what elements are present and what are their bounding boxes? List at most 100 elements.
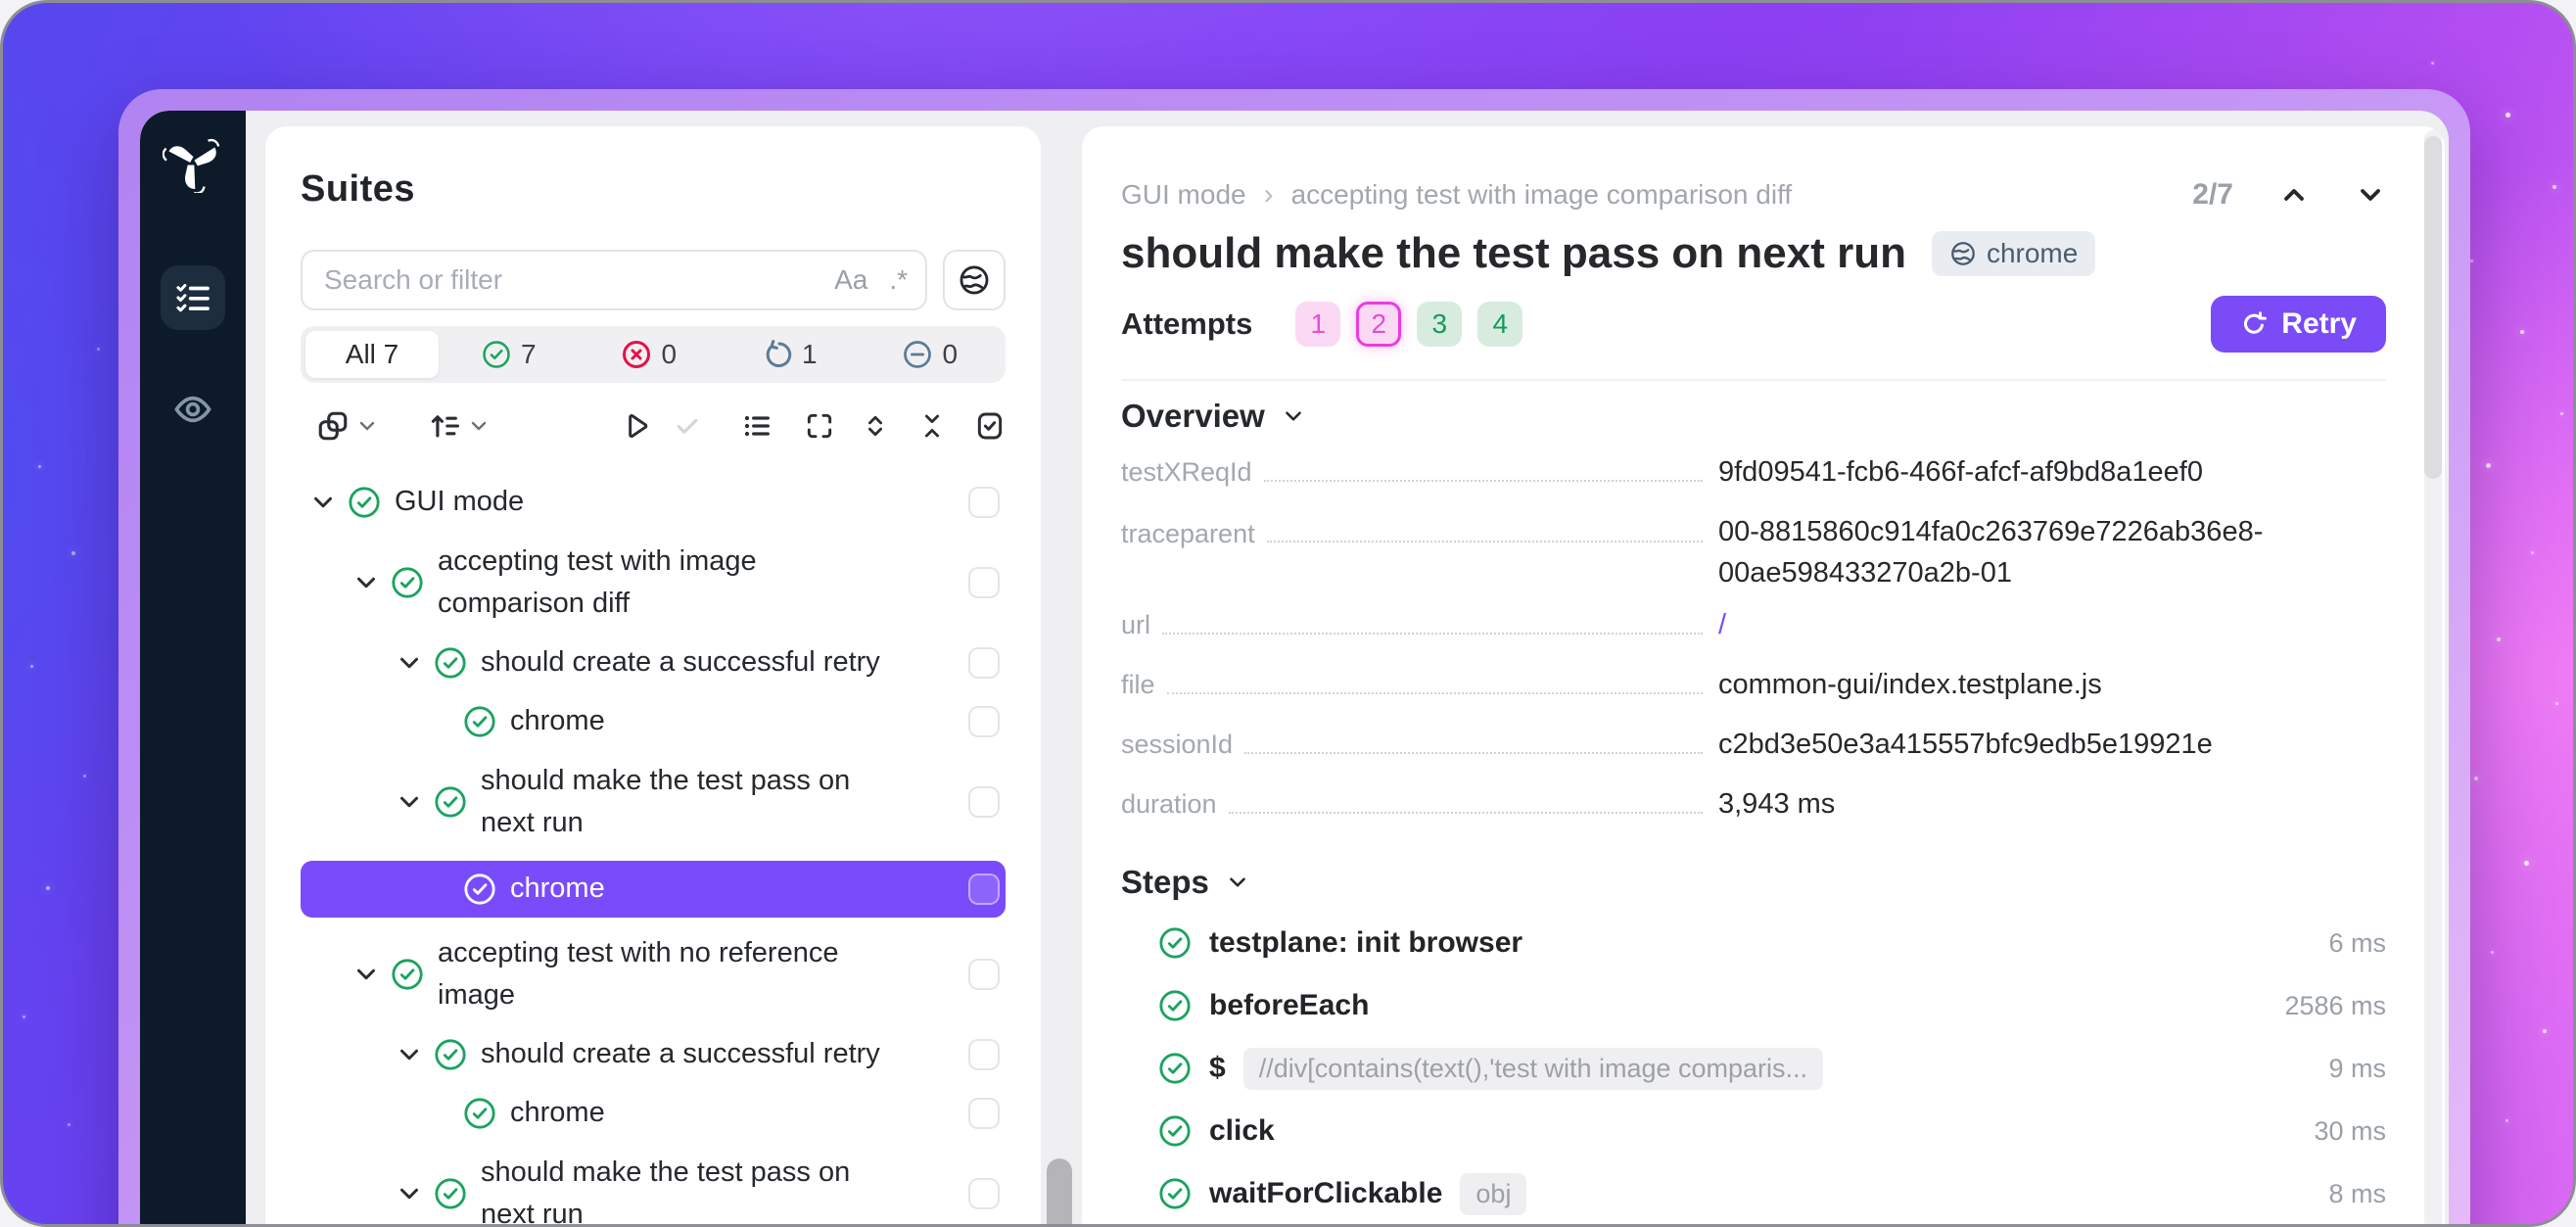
chevron-down-icon[interactable] [395,648,424,678]
chevron-down-icon[interactable] [351,568,381,597]
tree-row-checkbox[interactable] [968,1039,1000,1070]
tree-row-checkbox[interactable] [968,1178,1000,1209]
collapse-all-button[interactable] [917,411,947,441]
sparkle-star [2553,185,2556,189]
chevron-up-icon [2278,179,2310,211]
chevron-down-icon[interactable] [395,1040,424,1069]
overview-url-link[interactable]: / [1718,604,2386,645]
sort-by-button[interactable] [428,409,491,443]
attempt-pill-3[interactable]: 3 [1417,302,1462,347]
focus-view-button[interactable] [804,410,835,442]
run-tests-button[interactable] [620,410,651,442]
step-row[interactable]: beforeEach 2586 ms [1121,976,2386,1035]
tree-row-checkbox[interactable] [968,567,1000,598]
step-arg-chip: obj [1460,1173,1526,1215]
sidebar [140,111,246,1227]
tree-row-checkbox[interactable] [968,1098,1000,1129]
tree-row[interactable]: should make the test pass on next run [301,1143,1006,1227]
filter-skipped[interactable]: 0 [861,339,1002,370]
dotted-leader [1267,511,1703,543]
tree-row-label: should make the test pass on next run [481,1152,850,1227]
retry-button[interactable]: Retry [2211,296,2386,353]
step-row[interactable]: testplane: init browser 6 ms [1121,914,2386,972]
attempt-pill-1[interactable]: 1 [1295,302,1340,347]
previous-test-button[interactable] [2278,179,2310,211]
tree-row[interactable]: accepting test with image comparison dif… [301,532,1006,634]
passed-status-icon [434,785,467,819]
attempts-label: Attempts [1121,307,1252,342]
suites-scrollbar-thumb[interactable] [1047,1158,1072,1227]
chevron-down-icon[interactable] [351,960,381,989]
tree-row-checkbox[interactable] [968,873,1000,905]
testplane-logo-icon [163,132,223,193]
sidebar-item-visual-checks[interactable] [172,389,213,430]
check-circle-icon [482,340,511,369]
filter-retried[interactable]: 1 [720,339,861,370]
chevron-down-icon [467,414,491,438]
passed-count: 7 [521,339,537,370]
breadcrumb-item[interactable]: accepting test with image comparison dif… [1291,179,1793,211]
passed-status-icon [434,1038,467,1071]
step-row[interactable]: waitForClickable obj 8 ms [1121,1164,2386,1223]
regex-toggle[interactable]: .* [889,264,908,296]
tree-row-checkbox[interactable] [968,786,1000,818]
chevron-down-icon [1281,403,1306,429]
tree-row-selected[interactable]: chrome [301,861,1006,918]
filter-passed[interactable]: 7 [439,339,580,370]
tree-row[interactable]: chrome [301,692,1006,751]
step-duration: 9 ms [2328,1054,2386,1084]
tree-row-checkbox[interactable] [968,706,1000,737]
brackets-icon [804,410,835,442]
tree-row[interactable]: GUI mode [301,473,1006,532]
x-circle-icon [622,340,651,369]
sparkle-star [2555,702,2558,705]
failed-count: 0 [661,339,677,370]
tree-row-checkbox[interactable] [968,487,1000,518]
tree-row[interactable]: should create a successful retry [301,634,1006,692]
passed-status-icon [463,705,496,738]
chevron-down-icon[interactable] [395,787,424,817]
filter-all[interactable]: All 7 [305,331,439,378]
match-case-toggle[interactable]: Aa [834,264,867,296]
attempt-pill-2-selected[interactable]: 2 [1356,302,1401,347]
expand-all-button[interactable] [861,411,890,441]
tree-row[interactable]: should make the test pass on next run [301,751,1006,853]
group-by-button[interactable] [316,409,379,443]
globe-icon [958,263,991,297]
select-all-button[interactable] [974,410,1006,442]
passed-status-icon [1158,1177,1192,1210]
browser-filter-button[interactable] [943,250,1006,310]
overview-section-header[interactable]: Overview [1121,397,2386,436]
tree-row-checkbox[interactable] [968,959,1000,990]
search-input[interactable] [301,250,927,310]
chevron-down-icon[interactable] [308,488,338,517]
filter-failed[interactable]: 0 [580,339,721,370]
next-test-button[interactable] [2355,179,2386,211]
steps-section-header[interactable]: Steps [1121,863,2386,902]
breadcrumb-item[interactable]: GUI mode [1121,179,1246,211]
tree-row-label: should make the test pass on next run [481,760,850,845]
list-view-button[interactable] [741,410,773,442]
chevron-down-icon [2355,179,2386,211]
overview-row: sessionId c2bd3e50e3a415557bfc9edb5e1992… [1121,721,2386,768]
test-pager: 2/7 [2192,178,2386,212]
detail-scrollbar-thumb[interactable] [2424,136,2442,479]
tree-toolbar [301,402,1006,449]
sparkle-star [2560,412,2563,415]
tree-row[interactable]: accepting test with no reference image [301,923,1006,1025]
step-row[interactable]: $ //div[contains(text(),'test with image… [1121,1039,2386,1098]
accept-all-button[interactable] [673,411,702,441]
passed-status-icon [463,873,496,906]
chevron-down-icon[interactable] [395,1179,424,1208]
attempt-pill-4[interactable]: 4 [1477,302,1522,347]
sidebar-item-suites[interactable] [161,265,225,330]
tree-row[interactable]: chrome [301,1084,1006,1143]
detail-scrollbar-track[interactable] [2424,130,2442,1227]
tree-row[interactable]: should create a successful retry [301,1025,1006,1084]
group-icon [316,409,350,443]
tree-row-checkbox[interactable] [968,647,1000,679]
sort-icon [428,409,461,443]
step-row[interactable]: click 30 ms [1121,1102,2386,1160]
overview-row: duration 3,943 ms [1121,780,2386,827]
overview-row: traceparent 00-8815860c914fa0c263769e722… [1121,511,2386,601]
